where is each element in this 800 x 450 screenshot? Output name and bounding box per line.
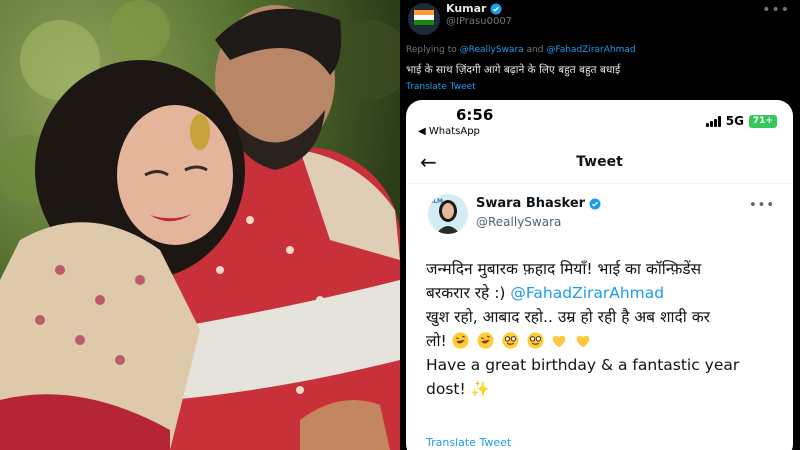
author-avatar-illustration: ILM [428,194,468,234]
tweet-text: जन्मदिन मुबारक फ़हाद मियाँ! भाई का कॉन्फ… [426,257,786,401]
tweet-line-4: लो! [426,329,786,353]
nerd-emoji-icon [526,332,544,349]
translate-tweet-link[interactable]: Translate Tweet [406,82,476,92]
author-handle[interactable]: @ReallySwara [476,215,561,229]
replying-to-line: Replying to @ReallySwara and @FahadZirar… [406,45,636,55]
couple-photo-illustration [0,0,400,450]
translate-tweet-link[interactable]: Translate Tweet [426,436,511,449]
svg-text:ILM: ILM [431,198,443,205]
tweet-line-2-text: बरकरार रहे :) [426,284,506,302]
status-time: 6:56 [456,106,494,124]
reply-author-avatar[interactable] [408,3,440,35]
reply-author-handle[interactable]: @IPrasu0007 [446,16,512,27]
status-indicators: 5G 71+ [705,114,777,128]
mention-link-swara[interactable]: @ReallySwara [460,45,524,55]
tweet-line-2: बरकरार रहे :) @FahadZirarAhmad [426,281,786,305]
mention-link[interactable]: @FahadZirarAhmad [510,284,664,302]
author-name[interactable]: Swara Bhasker [476,196,585,211]
nerd-emoji-icon [501,332,519,349]
page-title: Tweet [576,154,623,170]
replying-prefix: Replying to [406,45,457,55]
india-flag-icon [414,10,434,25]
tweet-panel: Kumar @IPrasu0007 ••• Replying to @Reall… [400,0,800,450]
tweet-line-5: Have a great birthday & a fantastic year [426,356,740,374]
signal-bars-icon [705,115,721,127]
replying-and: and [526,45,544,55]
reply-author-name-row[interactable]: Kumar [446,2,502,15]
network-type: 5G [725,114,744,128]
tweet-line-1: जन्मदिन मुबारक फ़हाद मियाँ! भाई का कॉन्फ… [426,260,702,278]
rofl-emoji-icon [452,332,469,349]
reply-tweet-text: भाई के साथ ज़िंदगी आगे बढ़ाने के लिए बहु… [406,64,621,76]
tweet-line-6: dost! ✨ [426,380,490,398]
more-options-icon[interactable]: ••• [762,2,790,18]
author-name-row[interactable]: Swara Bhasker [476,196,601,211]
verified-badge-icon [490,3,502,14]
reply-author-name[interactable]: Kumar [446,2,486,15]
tweet-line-3: खुश रहो, आबाद रहो.. उम्र हो रही है अब शा… [426,308,710,326]
couple-photo [0,0,400,450]
verified-badge-icon [589,198,601,209]
phone-screenshot: 6:56 ◀ WhatsApp 5G 71+ ← Tweet ILM Swara… [406,100,793,450]
back-to-app-link[interactable]: ◀ WhatsApp [418,126,480,137]
mention-link-fahad[interactable]: @FahadZirarAhmad [546,45,635,55]
yellow-heart-icon [553,335,566,348]
header-divider [406,183,793,184]
battery-icon: 71+ [748,114,777,128]
yellow-heart-icon [577,335,590,348]
tweet-line-4-text: लो! [426,332,447,350]
author-avatar[interactable]: ILM [428,194,468,234]
rofl-emoji-icon [477,332,494,349]
tweet-more-options-icon[interactable]: ••• [749,198,775,213]
